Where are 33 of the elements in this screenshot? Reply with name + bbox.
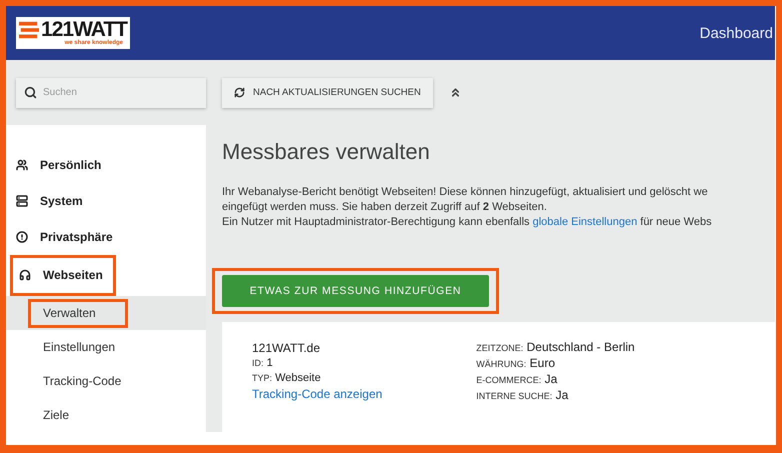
sidebar-subitem[interactable]: Verwalten [6,296,206,330]
users-icon [16,158,28,171]
update-check-button[interactable]: NACH AKTUALISIERUNGEN SUCHEN [222,78,433,108]
refresh-icon [234,87,245,98]
site-name: 121WATT.de [252,340,322,356]
server-icon [16,194,28,207]
alert-icon [16,230,28,243]
intro-text: eingefügt werden muss. Sie haben derzeit Zugriff auf 2 Webseiten. [222,200,548,215]
sidebar-section[interactable]: Webseiten [10,254,116,296]
site-setting: INTERNE SUCHE: Ja [476,388,570,404]
sidebar-subitem[interactable]: Tracking-Code [6,364,206,398]
site-setting: E-COMMERCE: Ja [476,372,558,388]
intro-text: Ihr Webanalyse-Bericht benötigt Webseiten! Diese können hinzugefügt, aktualisiert und gelöscht we [222,185,709,200]
global-settings-link[interactable]: globale Einstellungen [532,216,638,228]
admin-note: Ein Nutzer mit Hauptadministrator-Berechtigung kann ebenfalls globale Einstellungen für neue Webs [222,215,713,230]
dashboard-link[interactable]: Dashboard [700,24,773,42]
sidebar-subitem[interactable]: Ziele [6,398,206,432]
tracking-code-link[interactable]: Tracking-Code anzeigen [252,386,382,402]
site-setting: ZEITZONE: Deutschland - Berlin [476,340,635,356]
logo-wordmark: 121WATT [41,20,127,40]
page-title: Messbares verwalten [222,139,431,165]
sidebar-section[interactable]: Persönlich [16,147,102,183]
add-measurable-button[interactable]: ETWAS ZUR MESSUNG HINZUFÜGEN [222,275,489,307]
sidebar-subitem[interactable]: Einstellungen [6,330,206,364]
stripes-icon [19,20,40,38]
sidebar-section[interactable]: Privatsphäre [16,218,113,255]
site-detail: TYP: Webseite [252,371,322,386]
search-field[interactable]: Suchen [16,78,206,108]
headphones-icon [19,269,31,282]
site-setting: WÄHRUNG: Euro [476,356,556,372]
site-detail: ID: 1 [252,356,274,371]
sidebar-section[interactable]: System [16,182,83,219]
search-icon [24,86,37,98]
